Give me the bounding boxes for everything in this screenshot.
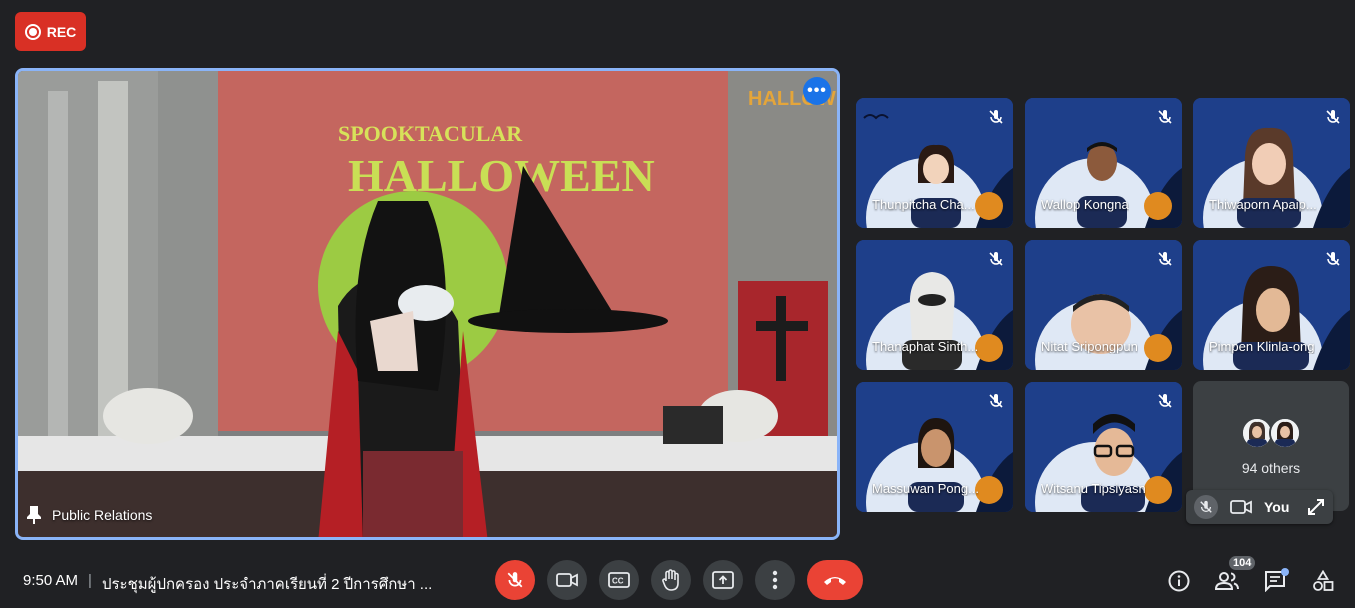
participant-tile[interactable]: Thanaphat Sinth... [856,240,1013,370]
others-count: 94 others [1241,460,1301,476]
presenter-name: Public Relations [52,507,153,523]
mic-off-icon [1322,248,1344,270]
participant-video [1077,142,1127,228]
participant-video [1071,294,1131,354]
tile-options-button[interactable]: ••• [803,77,831,105]
camera-icon [556,573,578,587]
people-icon [1215,572,1239,590]
leave-call-button[interactable] [807,560,863,600]
mic-off-icon [1154,248,1176,270]
recording-label: REC [46,23,77,40]
meeting-details-button[interactable] [1166,568,1192,594]
more-vert-icon [772,570,778,590]
present-screen-icon [712,571,734,589]
mic-off-icon [985,390,1007,412]
participant-name: Nitat Sripongpun [1041,339,1138,354]
avatar [1269,417,1301,449]
record-icon [24,23,41,40]
hand-icon [662,569,679,591]
participant-name: Thunpitcha Cha... [872,197,975,212]
participant-video [908,418,964,512]
participant-tile[interactable]: Pimpen Klinla-ong [1193,240,1350,370]
participant-video [902,272,962,370]
raise-hand-button[interactable] [651,560,691,600]
svg-text:HALLOWEEN: HALLOWEEN [348,150,655,201]
mic-off-icon [1322,106,1344,128]
others-avatars [1241,417,1301,449]
self-name: You [1264,499,1290,515]
meeting-separator: | [88,572,92,589]
self-tile-bar[interactable]: You [1186,490,1333,524]
meeting-title[interactable]: ประชุมผู้ปกครอง ประจำภาคเรียนที่ 2 ปีการ… [102,572,432,596]
camera-icon[interactable] [1230,499,1252,515]
captions-icon: CC [608,572,630,588]
expand-icon[interactable] [1307,498,1325,516]
present-button[interactable] [703,560,743,600]
main-video-frame: SPOOKTACULAR HALLOWEEN HALLOWEEN [18,71,837,537]
pin-icon [27,506,41,524]
mic-off-icon [985,106,1007,128]
mic-off-icon [1154,390,1176,412]
activities-icon [1313,570,1334,591]
mic-off-icon [507,572,523,588]
participant-name: Massuwan Pong... [872,481,979,496]
people-count-badge: 104 [1227,554,1258,572]
participant-tile[interactable]: Thiwaporn Apaip... [1193,98,1350,228]
mic-off-icon [1154,106,1176,128]
mic-off-icon [985,248,1007,270]
mic-off-icon[interactable] [1194,495,1218,519]
participant-tile[interactable]: Nitat Sripongpun [1025,240,1182,370]
participant-tile[interactable]: Massuwan Pong... [856,382,1013,512]
participant-name: Wallop Kongna [1041,197,1129,212]
participant-video [911,144,961,228]
activities-button[interactable] [1310,568,1336,594]
chat-unread-dot [1281,568,1289,576]
info-icon [1168,570,1190,592]
presenter-label: Public Relations [26,505,152,525]
participant-name: Pimpen Klinla-ong [1209,339,1315,354]
camera-toggle-button[interactable] [547,560,587,600]
more-options-button[interactable] [755,560,795,600]
participant-name: Thiwaporn Apaip... [1209,197,1317,212]
captions-button[interactable]: CC [599,560,639,600]
participant-tile[interactable]: Thunpitcha Cha... [856,98,1013,228]
participant-video [1237,127,1301,228]
svg-text:SPOOKTACULAR: SPOOKTACULAR [338,121,523,146]
participant-video [1081,414,1145,512]
bottom-control-bar: 9:50 AM | ประชุมผู้ปกครอง ประจำภาคเรียนท… [0,554,1355,608]
participant-name: Thanaphat Sinth... [872,339,979,354]
phone-hangup-icon [824,577,846,585]
mic-toggle-button[interactable] [495,560,535,600]
recording-badge[interactable]: REC [15,12,86,51]
participant-name: Witsanu Tipsiyasn [1041,481,1146,496]
meeting-time: 9:50 AM [23,572,79,589]
meeting-info: 9:50 AM | ประชุมผู้ปกครอง ประจำภาคเรียนท… [23,572,432,596]
main-video-tile[interactable]: SPOOKTACULAR HALLOWEEN HALLOWEEN ••• Pub… [15,68,840,540]
participant-tile[interactable]: Wallop Kongna [1025,98,1182,228]
svg-text:CC: CC [612,577,624,586]
participant-tile[interactable]: Witsanu Tipsiyasn [1025,382,1182,512]
